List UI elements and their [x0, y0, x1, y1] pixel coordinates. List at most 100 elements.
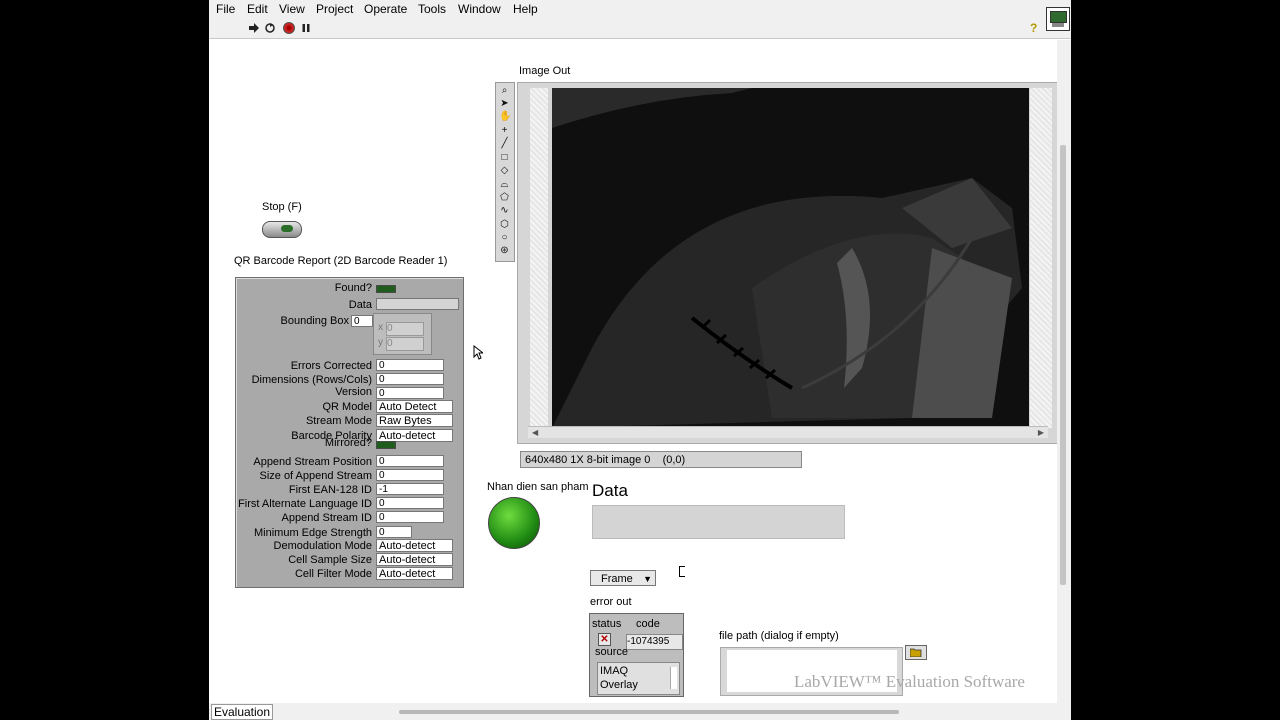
- append-stream-position-value: 0: [376, 455, 444, 467]
- panel-vertical-scrollbar[interactable]: [1057, 40, 1071, 710]
- broken-line-tool-icon[interactable]: ⬡: [499, 219, 510, 230]
- run-arrow-icon[interactable]: [248, 22, 260, 34]
- camera-image[interactable]: [552, 88, 1029, 428]
- size-append-stream-value: 0: [376, 469, 444, 481]
- line-tool-icon[interactable]: ╱: [499, 138, 510, 149]
- menu-view[interactable]: View: [279, 2, 305, 16]
- error-status-checkbox: ✕: [598, 633, 611, 646]
- data-string: [376, 298, 459, 310]
- image-horizontal-scrollbar[interactable]: ◀ ▶: [528, 426, 1048, 438]
- annulus-tool-icon[interactable]: ⌓: [499, 179, 510, 190]
- vi-icon[interactable]: [1046, 7, 1070, 31]
- stream-mode-value[interactable]: Raw Bytes: [376, 414, 453, 427]
- menu-file[interactable]: File: [216, 2, 235, 16]
- cell-filter-label: Cell Filter Mode: [294, 568, 372, 580]
- demod-value[interactable]: Auto-detect: [376, 539, 453, 552]
- qr-report-cluster: Found? Data Bounding Box 0 x 0 y 0 Error…: [235, 277, 464, 588]
- found-label: Found?: [334, 282, 372, 294]
- append-stream-id-value: 0: [376, 511, 444, 523]
- frame-selector[interactable]: Frame ▼: [590, 570, 656, 586]
- min-edge-value: 0: [376, 526, 412, 538]
- small-bracket-marker: [679, 566, 685, 577]
- stop-label: Stop (F): [262, 201, 302, 213]
- image-out-label: Image Out: [519, 65, 571, 77]
- bounding-box-index[interactable]: 0: [351, 315, 373, 327]
- size-append-stream-label: Size of Append Stream: [259, 470, 372, 482]
- version-label: Version: [335, 386, 372, 398]
- menu-edit[interactable]: Edit: [247, 2, 268, 16]
- bounding-box-point-cluster: x 0 y 0: [373, 313, 432, 355]
- cell-filter-value[interactable]: Auto-detect: [376, 567, 453, 580]
- qr-model-label: QR Model: [322, 401, 372, 413]
- rotated-rect-tool-icon[interactable]: ◇: [499, 165, 510, 176]
- rotated-tool-icon[interactable]: ⊛: [499, 245, 510, 256]
- dimensions-label: Dimensions (Rows/Cols): [251, 374, 372, 386]
- image-tools-palette: ⌕ ➤ ✋ + ╱ □ ◇ ⌓ ⬠ ∿ ⬡ ○ ⊛: [495, 82, 515, 262]
- labview-front-panel-window: File Edit View Project Operate Tools Win…: [209, 0, 1071, 720]
- mirrored-led: [376, 441, 396, 449]
- horizontal-scroll-thumb[interactable]: [399, 710, 899, 714]
- abort-icon[interactable]: [283, 22, 295, 34]
- polygon-tool-icon[interactable]: ⬠: [499, 192, 510, 203]
- first-ean-value: -1: [376, 483, 444, 495]
- menu-tools[interactable]: Tools: [418, 2, 446, 16]
- menu-operate[interactable]: Operate: [364, 2, 407, 16]
- image-info-bar: 640x480 1X 8-bit image 0 (0,0): [520, 451, 802, 468]
- run-continuously-icon[interactable]: [264, 22, 276, 34]
- menu-project[interactable]: Project: [316, 2, 353, 16]
- point-tool-icon[interactable]: +: [499, 125, 510, 136]
- append-stream-position-label: Append Stream Position: [253, 456, 372, 468]
- menu-window[interactable]: Window: [458, 2, 501, 16]
- first-ean-label: First EAN-128 ID: [288, 484, 372, 496]
- frame-selector-value: Frame: [601, 573, 633, 585]
- error-status-label: status: [592, 618, 622, 630]
- file-path-label: file path (dialog if empty): [719, 630, 839, 642]
- evaluation-watermark: LabVIEW™ Evaluation Software: [794, 672, 1025, 691]
- stop-button[interactable]: [262, 221, 302, 238]
- image-display-frame: ◀ ▶: [517, 82, 1059, 444]
- error-source-label: source: [595, 646, 629, 658]
- vertical-scroll-thumb[interactable]: [1060, 145, 1066, 585]
- context-help-icon[interactable]: ?: [1030, 21, 1037, 35]
- mirrored-label: Mirrored?: [324, 437, 372, 449]
- stream-mode-label: Stream Mode: [305, 415, 372, 427]
- qr-model-value[interactable]: Auto Detect: [376, 400, 453, 413]
- pointer-tool-icon[interactable]: ➤: [499, 98, 510, 109]
- mouse-cursor-icon: [473, 345, 483, 360]
- source-scrollbar[interactable]: [670, 667, 677, 689]
- error-out-cluster: status code ✕ -1074395 source IMAQ Overl…: [589, 613, 684, 697]
- oval-tool-icon[interactable]: ○: [499, 232, 510, 243]
- errors-corrected-value: 0: [376, 359, 444, 371]
- pan-tool-icon[interactable]: ✋: [499, 111, 511, 122]
- bounding-box-label: Bounding Box: [280, 315, 350, 327]
- product-indicator-label: Nhan dien san pham: [487, 481, 589, 493]
- first-alt-lang-value: 0: [376, 497, 444, 509]
- data-indicator-value: [592, 505, 845, 539]
- error-code-value: -1074395: [626, 634, 683, 650]
- data-indicator-label: Data: [592, 481, 628, 500]
- product-indicator-led: [488, 497, 540, 549]
- pause-icon[interactable]: [300, 22, 312, 34]
- menu-bar: File Edit View Project Operate Tools Win…: [209, 0, 1071, 18]
- qr-report-title: QR Barcode Report (2D Barcode Reader 1): [234, 255, 448, 267]
- toolbar: ?: [209, 18, 1071, 39]
- cell-sample-label: Cell Sample Size: [288, 554, 372, 566]
- error-source-string: IMAQ Overlay: [597, 662, 680, 695]
- error-out-label: error out: [590, 596, 632, 608]
- bbox-x-value: 0: [386, 322, 424, 336]
- zoom-tool-icon[interactable]: ⌕: [499, 85, 510, 96]
- version-value: 0: [376, 387, 444, 399]
- browse-folder-icon[interactable]: [905, 645, 927, 660]
- evaluation-tab[interactable]: Evaluation: [211, 704, 273, 720]
- dimensions-value: 0: [376, 373, 444, 385]
- found-led: [376, 285, 396, 293]
- demod-label: Demodulation Mode: [273, 540, 372, 552]
- first-alt-lang-label: First Alternate Language ID: [238, 498, 372, 510]
- rectangle-tool-icon[interactable]: □: [499, 152, 510, 163]
- append-stream-id-label: Append Stream ID: [281, 512, 373, 524]
- cell-sample-value[interactable]: Auto-detect: [376, 553, 453, 566]
- status-bar: Evaluation: [209, 703, 1071, 720]
- error-code-label: code: [636, 618, 660, 630]
- freehand-tool-icon[interactable]: ∿: [499, 205, 510, 216]
- menu-help[interactable]: Help: [513, 2, 538, 16]
